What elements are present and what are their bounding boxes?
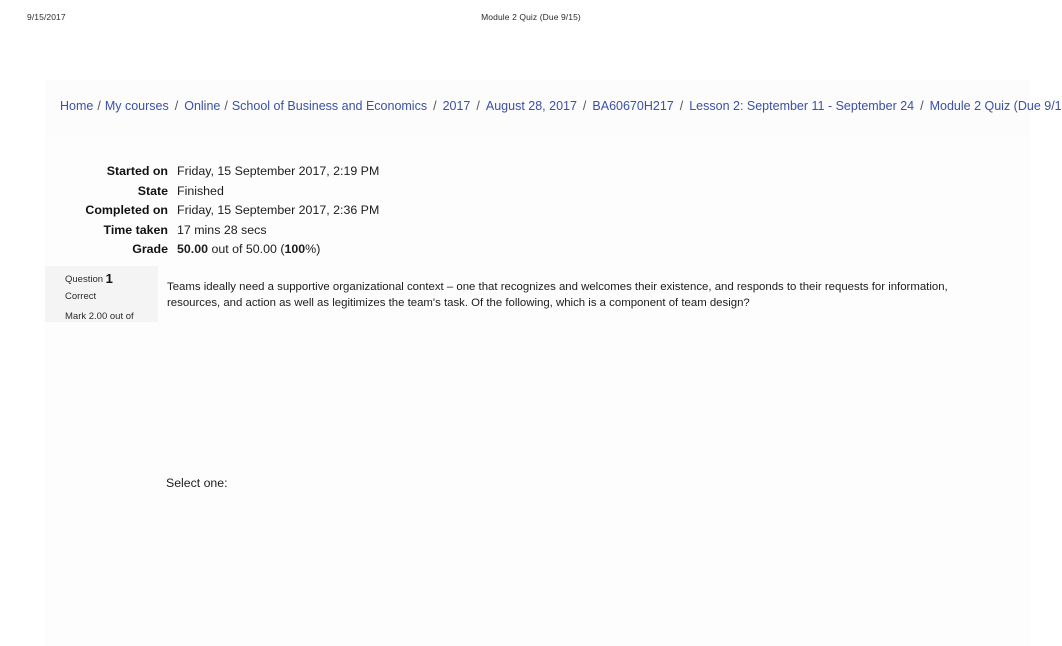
question-text: Teams ideally need a supportive organiza…	[167, 281, 948, 310]
summary-row-completed-on: Completed on Friday, 15 September 2017, …	[0, 201, 1062, 221]
breadcrumb: Home / My courses / Online / School of Busines…	[60, 98, 1062, 114]
breadcrumb-separator: /	[97, 99, 101, 113]
grade-percent: 100	[284, 242, 306, 257]
breadcrumb-separator: /	[224, 99, 228, 113]
summary-label: Time taken	[103, 222, 168, 237]
select-one-prompt: Select one:	[166, 476, 228, 490]
question-block: Question 1 Correct Mark 2.00 out of Team…	[45, 266, 1030, 322]
print-header-title: Module 2 Quiz (Due 9/15)	[481, 12, 581, 22]
grade-out-of: out of 50.00 (	[208, 242, 285, 257]
summary-value: Finished	[177, 183, 224, 198]
summary-row-state: State Finished	[0, 182, 1062, 202]
summary-value-grade: 50.00 out of 50.00 (100%)	[177, 240, 320, 260]
breadcrumb-separator: /	[679, 99, 684, 113]
summary-label: Completed on	[85, 203, 168, 218]
question-number: Question 1	[65, 271, 113, 286]
question-state-badge: Correct	[65, 291, 97, 302]
grade-score: 50.00	[177, 242, 209, 257]
breadcrumb-item-school-of-business-and-economics[interactable]: School of Business and Economics	[232, 99, 427, 113]
grade-percent-suffix: %)	[305, 242, 321, 257]
breadcrumb-separator: /	[174, 99, 179, 113]
question-number-value: 1	[105, 271, 113, 286]
question-number-label: Question	[65, 274, 104, 285]
breadcrumb-item-2017[interactable]: 2017	[443, 99, 471, 113]
question-info-panel: Question 1 Correct Mark 2.00 out of	[45, 266, 158, 322]
breadcrumb-item-august-28-2017[interactable]: August 28, 2017	[486, 99, 577, 113]
print-header: 9/15/2017 Module 2 Quiz (Due 9/15)	[0, 0, 1062, 38]
breadcrumb-item-online[interactable]: Online	[184, 99, 220, 113]
summary-value: Friday, 15 September 2017, 2:36 PM	[177, 203, 380, 218]
breadcrumb-item-module-2-quiz: Module 2 Quiz (Due 9/15)	[929, 99, 1062, 113]
breadcrumb-separator: /	[582, 99, 587, 113]
breadcrumb-item-my-courses[interactable]: My courses	[105, 99, 169, 113]
summary-row-time-taken: Time taken 17 mins 28 secs	[0, 221, 1062, 241]
question-mark: Mark 2.00 out of	[65, 311, 134, 322]
breadcrumb-separator: /	[433, 99, 437, 113]
summary-label: State	[137, 183, 168, 198]
breadcrumb-item-home[interactable]: Home	[60, 99, 93, 113]
summary-label-grade: Grade	[132, 242, 168, 257]
summary-row-grade: Grade 50.00 out of 50.00 (100%)	[0, 240, 1062, 260]
summary-value: 17 mins 28 secs	[177, 222, 267, 237]
summary-label: Started on	[106, 164, 168, 178]
summary-row-started-on: Started on Friday, 15 September 2017, 2:…	[0, 162, 1062, 182]
breadcrumb-item-ba60670h217[interactable]: BA60670H217	[592, 99, 673, 113]
summary-value: Friday, 15 September 2017, 2:19 PM	[177, 164, 380, 178]
attempt-summary-table: Started on Friday, 15 September 2017, 2:…	[0, 162, 1062, 260]
breadcrumb-separator: /	[476, 99, 480, 113]
breadcrumb-separator: /	[920, 99, 924, 113]
breadcrumb-item-lesson-2[interactable]: Lesson 2: September 11 - September 24	[689, 99, 914, 113]
